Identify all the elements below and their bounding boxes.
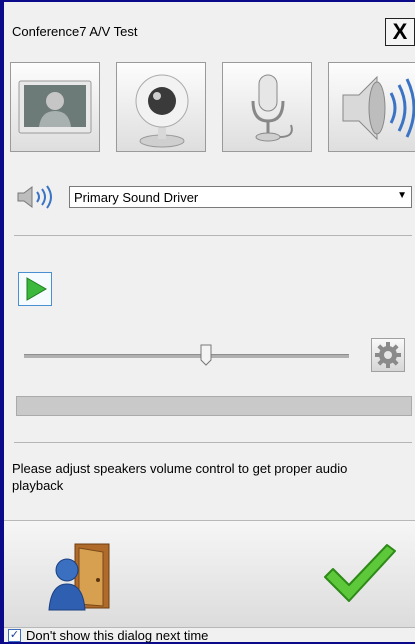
tab-speakers[interactable] — [328, 62, 415, 152]
exit-door-icon — [48, 543, 110, 611]
play-icon — [26, 277, 47, 301]
output-device-value: Primary Sound Driver — [74, 190, 199, 205]
divider — [14, 442, 412, 443]
gear-icon — [375, 342, 401, 368]
green-checkmark-icon — [324, 544, 396, 602]
window-title: Conference7 A/V Test — [12, 24, 138, 39]
action-bar — [4, 520, 415, 628]
chevron-down-icon: ▼ — [397, 190, 407, 201]
title-bar: Conference7 A/V Test X — [4, 2, 415, 52]
dont-show-label: Don't show this dialog next time — [26, 628, 209, 643]
output-device-select[interactable]: Primary Sound Driver ▼ — [69, 186, 412, 208]
audio-level-meter — [16, 396, 412, 416]
device-tabs — [4, 52, 415, 162]
device-speaker-icon — [17, 185, 52, 209]
microphone-icon — [251, 74, 293, 142]
slider-track — [24, 354, 349, 358]
tab-camera[interactable] — [116, 62, 206, 152]
av-test-dialog: Conference7 A/V Test X Primary Sound Dri… — [0, 0, 415, 644]
divider — [14, 235, 412, 236]
tab-display[interactable] — [10, 62, 100, 152]
ok-button[interactable] — [319, 541, 399, 613]
settings-button[interactable] — [371, 338, 405, 372]
webcam-icon — [135, 74, 189, 148]
slider-thumb[interactable] — [200, 344, 212, 366]
close-button[interactable]: X — [385, 18, 415, 46]
person-monitor-icon — [18, 80, 92, 134]
exit-button[interactable] — [39, 536, 119, 616]
speaker-icon — [342, 75, 415, 141]
volume-slider[interactable] — [19, 340, 349, 370]
play-button[interactable] — [18, 272, 52, 306]
instruction-text: Please adjust speakers volume control to… — [12, 461, 348, 493]
tab-microphone[interactable] — [222, 62, 312, 152]
device-row: Primary Sound Driver ▼ — [4, 182, 415, 212]
dont-show-checkbox[interactable]: ✓ — [8, 629, 21, 642]
